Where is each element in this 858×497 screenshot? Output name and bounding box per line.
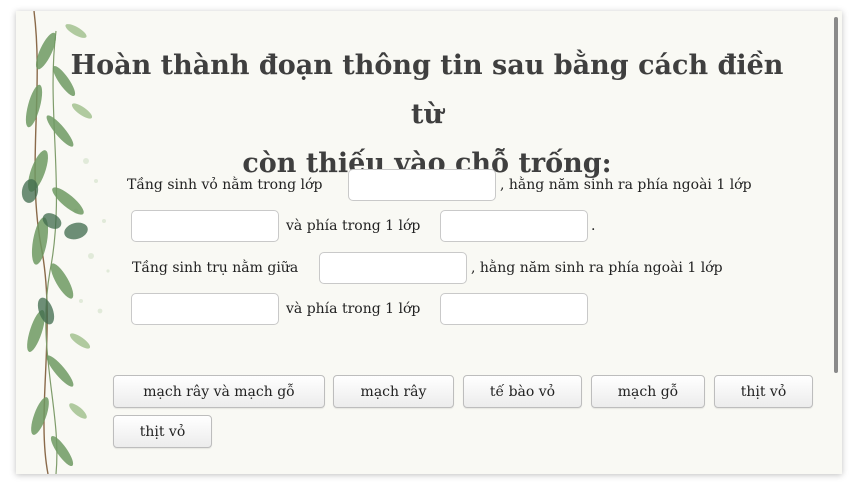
blank-1[interactable] [348,169,496,201]
option-chip[interactable]: mạch rây và mạch gỗ [113,375,325,408]
option-chip[interactable]: thịt vỏ [113,415,212,448]
question-card: Hoàn thành đoạn thông tin sau bằng cách … [16,11,842,474]
option-chip[interactable]: thịt vỏ [714,375,813,408]
blank-2[interactable] [131,210,279,242]
option-chip[interactable]: mạch gỗ [591,375,705,408]
passage-text: và phía trong 1 lớp [286,218,421,234]
blank-6[interactable] [440,293,588,325]
question-title: Hoàn thành đoạn thông tin sau bằng cách … [62,41,792,188]
scrollbar[interactable] [834,17,838,373]
option-chip[interactable]: tế bào vỏ [463,375,582,408]
blank-4[interactable] [319,252,467,284]
passage-text: , hằng năm sinh ra phía ngoài 1 lớp [500,177,752,193]
option-chip[interactable]: mạch rây [333,375,454,408]
passage-text: Tầng sinh vỏ nằm trong lớp [127,177,323,193]
passage-text: và phía trong 1 lớp [286,301,421,317]
blank-3[interactable] [440,210,588,242]
passage-text: Tầng sinh trụ nằm giữa [132,260,299,276]
blank-5[interactable] [131,293,279,325]
passage-text: , hằng năm sinh ra phía ngoài 1 lớp [471,260,723,276]
title-line-1: Hoàn thành đoạn thông tin sau bằng cách … [70,50,784,130]
passage-text: . [591,218,596,234]
